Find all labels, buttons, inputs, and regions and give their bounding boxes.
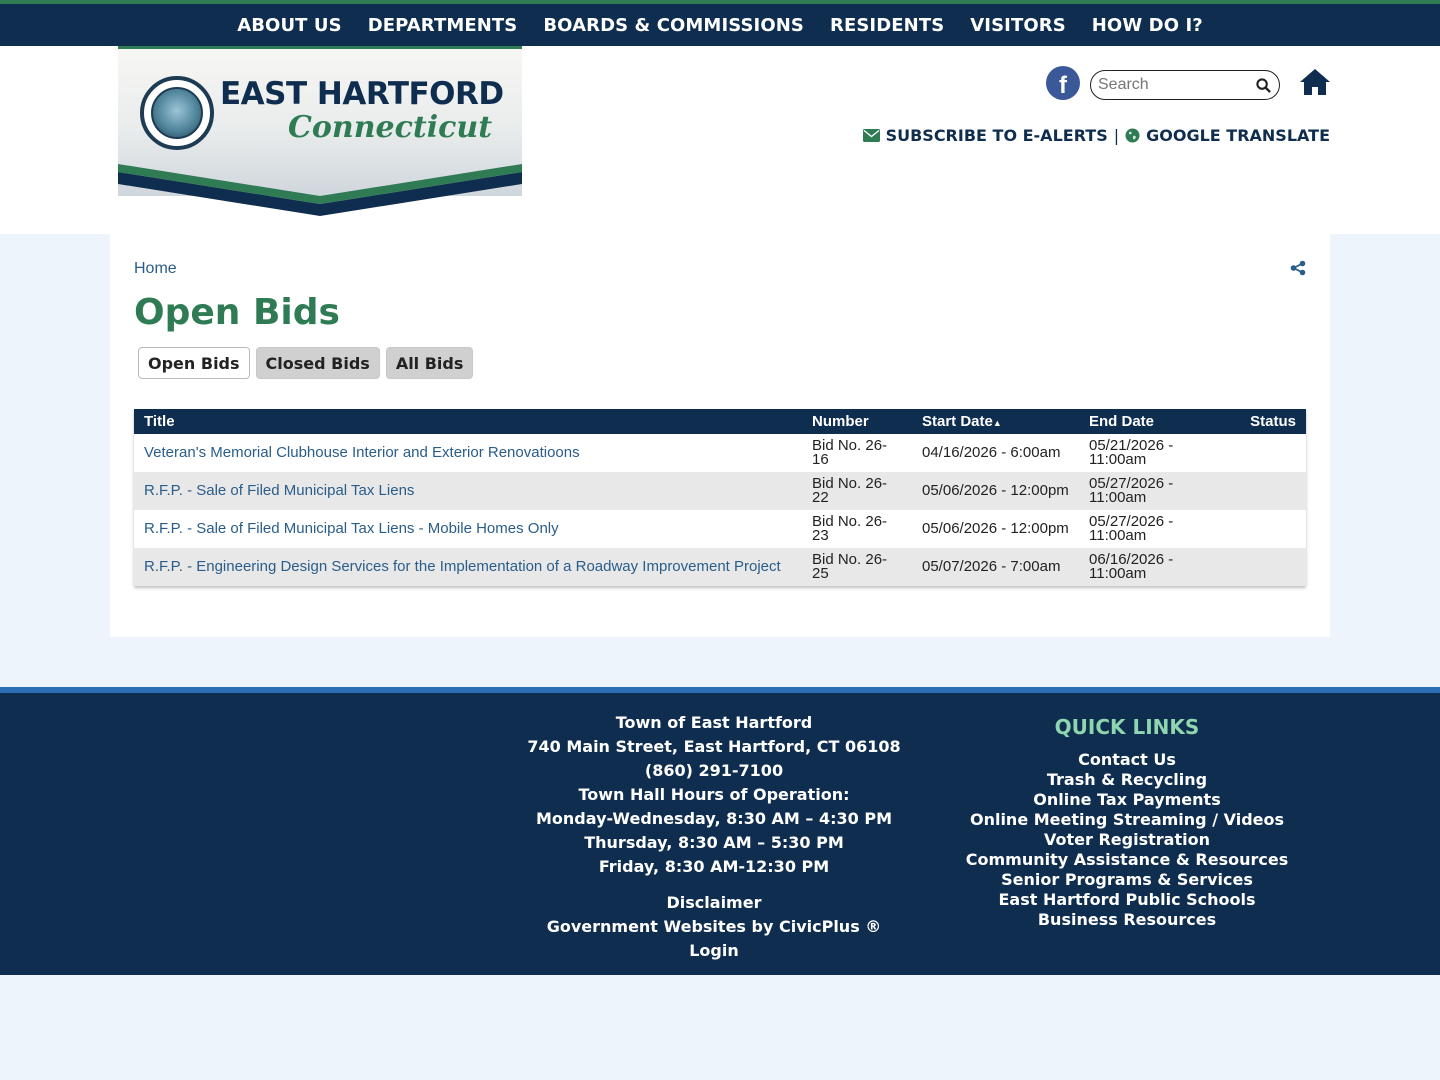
bid-start-date-cell: 05/07/2026 - 7:00am xyxy=(912,548,1079,586)
quick-link-contact-us[interactable]: Contact Us xyxy=(960,750,1294,770)
bid-end-date-cell: 05/27/2026 - 11:00am xyxy=(1079,472,1216,510)
footer-hours-title: Town Hall Hours of Operation: xyxy=(578,785,850,804)
bid-title-cell: R.F.P. - Engineering Design Services for… xyxy=(134,548,802,586)
table-header-row: Title Number Start Date▲ End Date Status xyxy=(134,409,1306,434)
bid-number-cell: Bid No. 26-16 xyxy=(812,437,888,468)
quick-link-public-schools[interactable]: East Hartford Public Schools xyxy=(960,890,1294,910)
column-header-number[interactable]: Number xyxy=(802,409,912,434)
logo-title: EAST HARTFORD xyxy=(220,76,504,112)
nav-item-residents[interactable]: RESIDENTS xyxy=(817,15,957,36)
nav-item-boards-commissions[interactable]: BOARDS & COMMISSIONS xyxy=(530,15,817,36)
footer-hours-mon-wed: Monday-Wednesday, 8:30 AM – 4:30 PM xyxy=(536,809,892,828)
footer-login-link[interactable]: Login xyxy=(514,939,914,963)
quick-link-meeting-streaming[interactable]: Online Meeting Streaming / Videos xyxy=(960,810,1294,830)
nav-item-visitors[interactable]: VISITORS xyxy=(957,15,1079,36)
bid-title-cell: R.F.P. - Sale of Filed Municipal Tax Lie… xyxy=(134,510,802,548)
bid-start-date-cell: 04/16/2026 - 6:00am xyxy=(922,444,1061,461)
tab-open-bids[interactable]: Open Bids xyxy=(138,347,250,379)
site-header: EAST HARTFORD Connecticut f SUBSCRIBE TO… xyxy=(0,46,1440,234)
town-seal-icon xyxy=(140,76,214,150)
table-row: R.F.P. - Sale of Filed Municipal Tax Lie… xyxy=(134,510,1306,548)
footer-town-name: Town of East Hartford xyxy=(615,713,813,732)
bid-number-cell: Bid No. 26-22 xyxy=(802,472,912,510)
column-header-start-date[interactable]: Start Date▲ xyxy=(912,409,1079,434)
footer-address: 740 Main Street, East Hartford, CT 06108… xyxy=(527,737,901,780)
link-separator: | xyxy=(1113,126,1120,145)
facebook-icon[interactable]: f xyxy=(1046,66,1080,100)
quick-links-title: QUICK LINKS xyxy=(1054,715,1200,739)
bid-status-cell xyxy=(1216,434,1306,472)
share-icon[interactable] xyxy=(1290,260,1306,276)
footer-disclaimer-link[interactable]: Disclaimer xyxy=(514,891,914,915)
bid-end-date-cell: 05/27/2026 - 11:00am xyxy=(1089,513,1174,544)
footer-hours-thu: Thursday, 8:30 AM – 5:30 PM xyxy=(584,833,844,852)
facebook-glyph: f xyxy=(1059,72,1067,99)
table-row: Veteran's Memorial Clubhouse Interior an… xyxy=(134,434,1306,472)
header-utility-links: SUBSCRIBE TO E-ALERTS | GOOGLE TRANSLATE xyxy=(862,126,1330,145)
bid-status-cell xyxy=(1216,510,1306,548)
search-icon[interactable] xyxy=(1256,78,1271,93)
footer-hours-fri: Friday, 8:30 AM-12:30 PM xyxy=(598,857,830,876)
quick-link-senior-programs[interactable]: Senior Programs & Services xyxy=(960,870,1294,890)
table-row: R.F.P. - Sale of Filed Municipal Tax Lie… xyxy=(134,472,1306,510)
subscribe-e-alerts-link[interactable]: SUBSCRIBE TO E-ALERTS xyxy=(886,126,1108,145)
bid-end-date-cell: 06/16/2026 - 11:00am xyxy=(1079,548,1216,586)
tab-closed-bids[interactable]: Closed Bids xyxy=(255,347,380,379)
sort-ascending-icon: ▲ xyxy=(992,418,1002,428)
logo-subtitle: Connecticut xyxy=(288,110,493,145)
bid-title-link[interactable]: Veteran's Memorial Clubhouse Interior an… xyxy=(144,444,580,461)
bid-number-cell: Bid No. 26-23 xyxy=(812,513,888,544)
column-header-title[interactable]: Title xyxy=(134,409,802,434)
bid-title-link[interactable]: R.F.P. - Sale of Filed Municipal Tax Lie… xyxy=(144,520,559,537)
nav-item-how-do-i[interactable]: HOW DO I? xyxy=(1079,15,1216,36)
search-input[interactable] xyxy=(1098,71,1248,99)
quick-link-voter-registration[interactable]: Voter Registration xyxy=(960,830,1294,850)
bid-title-link[interactable]: R.F.P. - Engineering Design Services for… xyxy=(144,558,781,575)
quick-link-business-resources[interactable]: Business Resources xyxy=(960,910,1294,930)
footer-contact-info: Town of East Hartford 740 Main Street, E… xyxy=(514,711,914,963)
table-row: R.F.P. - Engineering Design Services for… xyxy=(134,548,1306,586)
nav-item-about-us[interactable]: ABOUT US xyxy=(224,15,355,36)
quick-links-list: Contact Us Trash & Recycling Online Tax … xyxy=(960,750,1294,930)
search-box xyxy=(1090,70,1280,100)
bid-number-cell: Bid No. 26-25 xyxy=(802,548,912,586)
bid-title-link[interactable]: R.F.P. - Sale of Filed Municipal Tax Lie… xyxy=(144,482,414,499)
home-icon[interactable] xyxy=(1300,68,1330,96)
site-logo[interactable]: EAST HARTFORD Connecticut xyxy=(118,46,522,216)
quick-link-trash-recycling[interactable]: Trash & Recycling xyxy=(960,770,1294,790)
globe-icon xyxy=(1125,128,1140,143)
bid-status-cell xyxy=(1216,548,1306,586)
bids-table: Title Number Start Date▲ End Date Status… xyxy=(134,409,1306,586)
main-content: Home Open Bids Open Bids Closed Bids All… xyxy=(110,234,1330,637)
nav-item-departments[interactable]: DEPARTMENTS xyxy=(355,15,531,36)
site-footer: Town of East Hartford 740 Main Street, E… xyxy=(0,687,1440,975)
footer-civicplus-link[interactable]: Government Websites by CivicPlus ® xyxy=(514,915,914,939)
breadcrumb-home-link[interactable]: Home xyxy=(134,260,177,278)
bid-end-date-cell: 05/21/2026 - 11:00am xyxy=(1089,437,1174,468)
start-date-label: Start Date xyxy=(922,413,993,430)
top-navigation: ABOUT US DEPARTMENTS BOARDS & COMMISSION… xyxy=(0,0,1440,46)
quick-link-community-assistance[interactable]: Community Assistance & Resources xyxy=(960,850,1294,870)
tab-all-bids[interactable]: All Bids xyxy=(385,347,474,379)
bid-title-cell: Veteran's Memorial Clubhouse Interior an… xyxy=(134,434,802,472)
bid-title-cell: R.F.P. - Sale of Filed Municipal Tax Lie… xyxy=(134,472,802,510)
google-translate-link[interactable]: GOOGLE TRANSLATE xyxy=(1146,126,1330,145)
bid-filter-tabs: Open Bids Closed Bids All Bids xyxy=(138,347,474,379)
column-header-end-date[interactable]: End Date xyxy=(1079,409,1216,434)
page-title: Open Bids xyxy=(134,292,340,333)
bid-start-date-cell: 05/06/2026 - 12:00pm xyxy=(912,472,1079,510)
bid-start-date-cell: 05/06/2026 - 12:00pm xyxy=(922,520,1069,537)
quick-link-online-tax-payments[interactable]: Online Tax Payments xyxy=(960,790,1294,810)
column-header-status[interactable]: Status xyxy=(1216,409,1306,434)
bid-status-cell xyxy=(1216,472,1306,510)
envelope-icon xyxy=(862,129,880,142)
